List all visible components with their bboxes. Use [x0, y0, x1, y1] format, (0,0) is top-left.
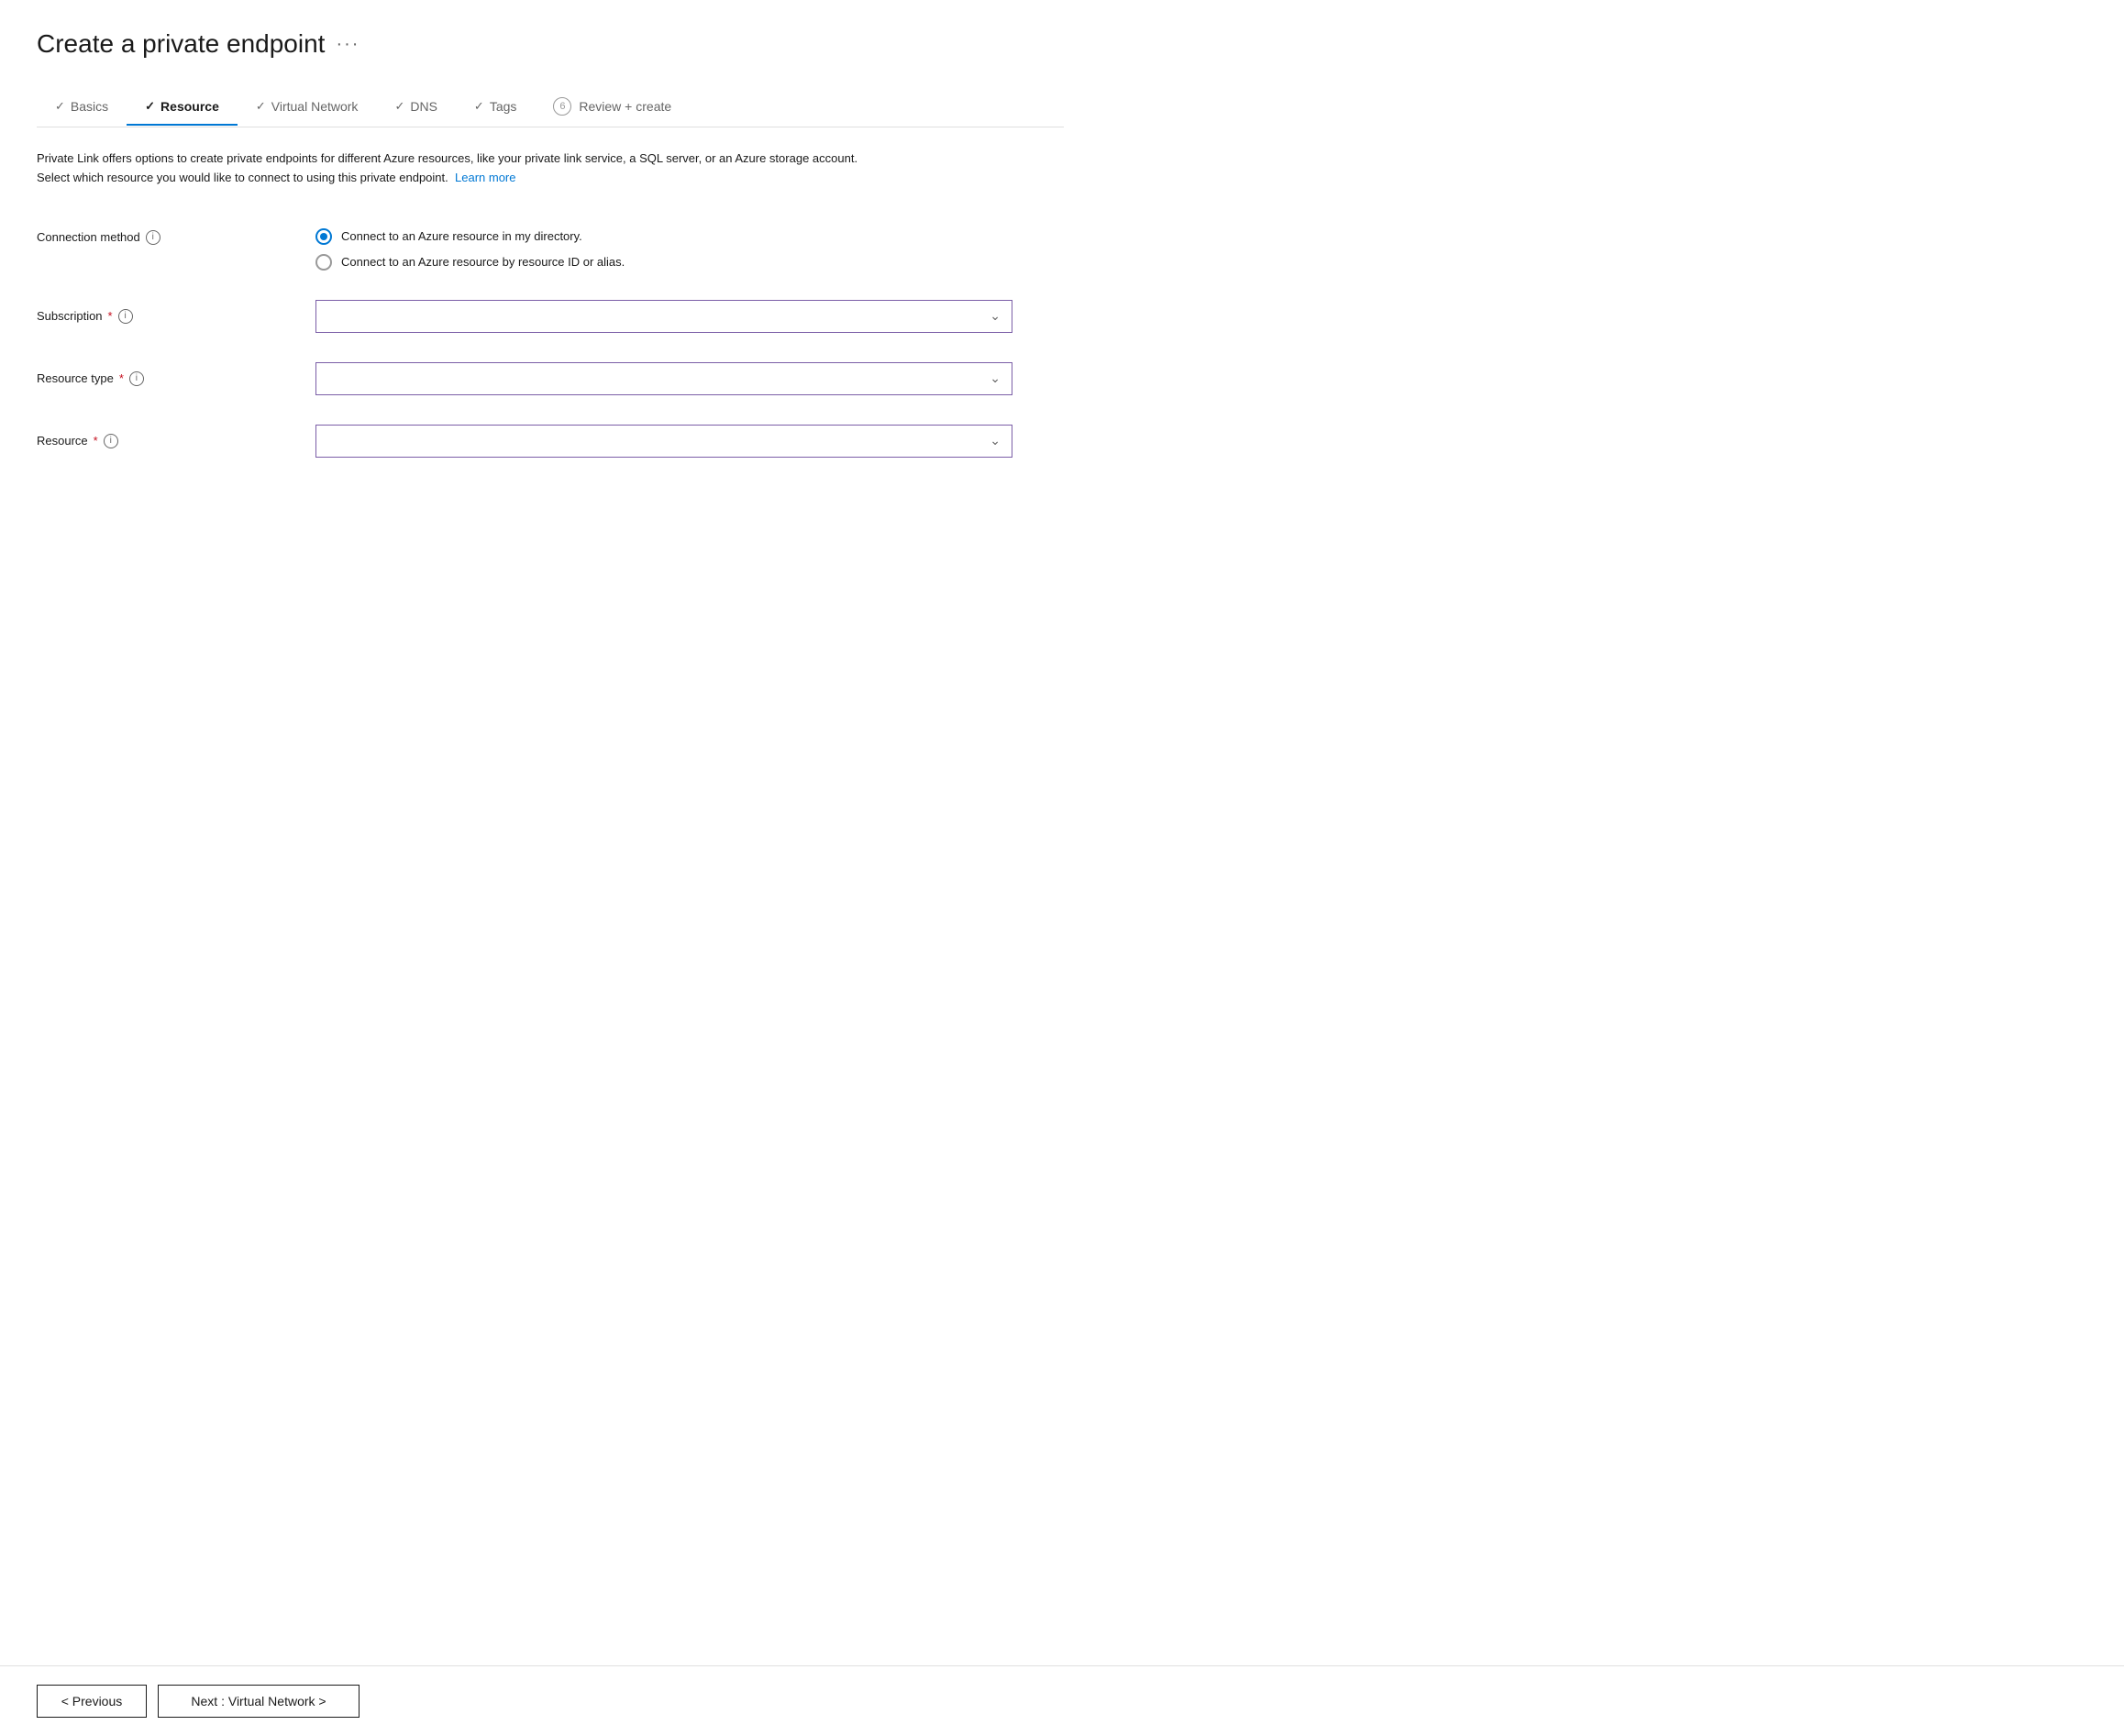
tab-virtual-network-label: Virtual Network — [271, 99, 359, 114]
subscription-arrow: ⌄ — [990, 308, 1001, 324]
radio-option-resource-id[interactable]: Connect to an Azure resource by resource… — [315, 254, 1064, 271]
resource-type-row: Resource type * i ⌄ — [37, 348, 1064, 410]
tab-dns-check: ✓ — [394, 99, 404, 114]
tab-dns-label: DNS — [410, 99, 437, 114]
tab-tags[interactable]: ✓ Tags — [456, 90, 535, 125]
resource-type-arrow: ⌄ — [990, 370, 1001, 386]
tab-resource-check: ✓ — [145, 99, 155, 114]
tabs-row: ✓ Basics ✓ Resource ✓ Virtual Network ✓ … — [37, 88, 1064, 127]
radio-circle-directory — [315, 228, 332, 245]
tab-basics-check: ✓ — [55, 99, 65, 114]
tab-basics-label: Basics — [71, 99, 108, 114]
tab-resource[interactable]: ✓ Resource — [127, 90, 238, 125]
radio-circle-resource-id — [315, 254, 332, 271]
subscription-info-icon[interactable]: i — [118, 309, 133, 324]
resource-type-required: * — [119, 371, 124, 385]
radio-option-directory[interactable]: Connect to an Azure resource in my direc… — [315, 228, 1064, 245]
resource-type-dropdown[interactable]: ⌄ — [315, 362, 1012, 395]
bottom-nav: < Previous Next : Virtual Network > — [0, 1665, 2124, 1736]
tab-virtual-network-check: ✓ — [256, 99, 266, 114]
previous-button[interactable]: < Previous — [37, 1685, 147, 1718]
connection-method-info-icon[interactable]: i — [146, 230, 160, 245]
tab-review-create-label: Review + create — [579, 99, 671, 114]
connection-method-label: Connection method i — [37, 228, 293, 245]
resource-label: Resource * i — [37, 434, 293, 448]
tab-virtual-network[interactable]: ✓ Virtual Network — [238, 90, 377, 125]
tab-dns[interactable]: ✓ DNS — [376, 90, 455, 125]
resource-row: Resource * i ⌄ — [37, 410, 1064, 472]
tab-basics[interactable]: ✓ Basics — [37, 90, 127, 125]
resource-dropdown[interactable]: ⌄ — [315, 425, 1012, 458]
connection-method-radio-group: Connect to an Azure resource in my direc… — [315, 228, 1064, 271]
tab-tags-check: ✓ — [474, 99, 484, 114]
ellipsis-menu[interactable]: ··· — [336, 34, 360, 55]
tab-resource-label: Resource — [160, 99, 219, 114]
resource-arrow: ⌄ — [990, 433, 1001, 448]
resource-type-label: Resource type * i — [37, 371, 293, 386]
subscription-dropdown[interactable]: ⌄ — [315, 300, 1012, 333]
connection-method-row: Connection method i Connect to an Azure … — [37, 214, 1064, 285]
tab-review-create[interactable]: 6 Review + create — [535, 88, 690, 127]
learn-more-link[interactable]: Learn more — [455, 171, 515, 184]
description-text: Private Link offers options to create pr… — [37, 149, 862, 188]
resource-required: * — [94, 434, 98, 448]
tab-tags-label: Tags — [490, 99, 517, 114]
subscription-row: Subscription * i ⌄ — [37, 285, 1064, 348]
subscription-required: * — [108, 309, 113, 323]
form-section: Connection method i Connect to an Azure … — [37, 214, 1064, 472]
next-button[interactable]: Next : Virtual Network > — [158, 1685, 360, 1718]
subscription-control: ⌄ — [315, 300, 1012, 333]
radio-label-resource-id: Connect to an Azure resource by resource… — [341, 255, 625, 269]
resource-type-info-icon[interactable]: i — [129, 371, 144, 386]
resource-control: ⌄ — [315, 425, 1012, 458]
radio-label-directory: Connect to an Azure resource in my direc… — [341, 229, 582, 243]
resource-type-control: ⌄ — [315, 362, 1012, 395]
page-title: Create a private endpoint — [37, 29, 325, 59]
tab-review-badge: 6 — [553, 97, 571, 116]
subscription-label: Subscription * i — [37, 309, 293, 324]
resource-info-icon[interactable]: i — [104, 434, 118, 448]
